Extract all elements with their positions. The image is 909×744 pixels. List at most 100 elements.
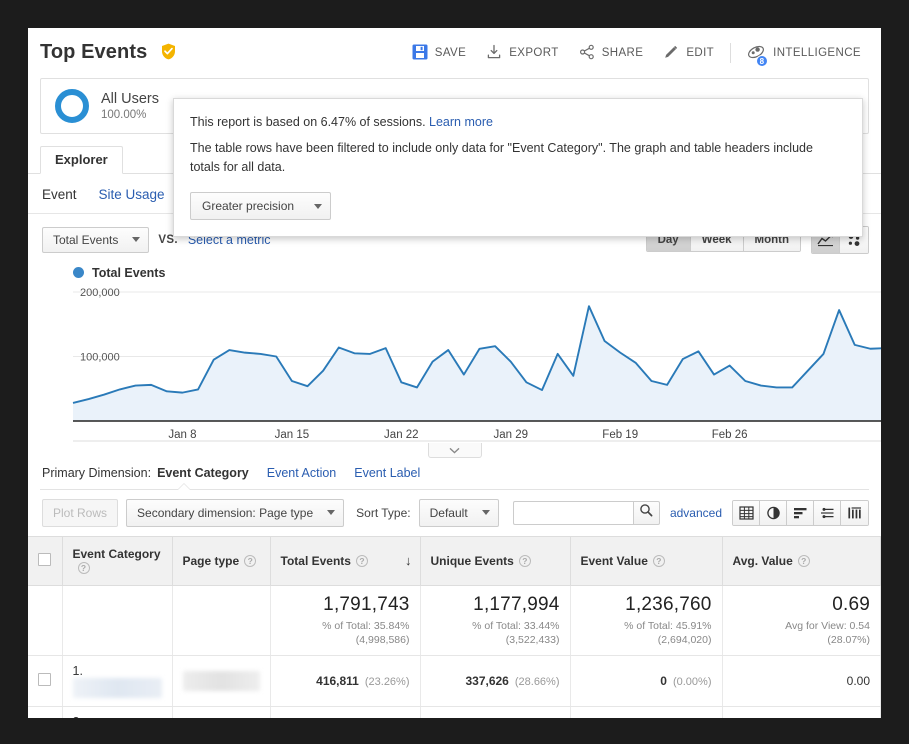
save-icon xyxy=(412,44,428,63)
column-header-avg-value[interactable]: Avg. Value? xyxy=(722,535,881,586)
row-unique-events: 116,420(9.88%) xyxy=(420,706,571,718)
table-view-icon[interactable] xyxy=(733,500,760,525)
table-row[interactable]: 1. 416,811 (23.26%) 337,626 (28.66%) 0 (0.0… xyxy=(28,655,881,707)
x-axis-tick-label: Jan 22 xyxy=(384,429,419,441)
help-icon[interactable]: ? xyxy=(244,554,257,567)
summary-avg-value-avg: Avg for View: 0.54 xyxy=(785,619,870,632)
sampling-info-popover: This report is based on 6.47% of session… xyxy=(173,98,863,238)
share-icon xyxy=(579,44,595,63)
table-header-row: Event Category? Page type? Total Events?… xyxy=(28,535,881,586)
page-title: Top Events xyxy=(40,41,176,66)
subnav-item-event[interactable]: Event xyxy=(42,187,77,202)
export-label: EXPORT xyxy=(509,47,559,59)
x-axis-tick-label: Feb 26 xyxy=(712,429,748,441)
page-title-text: Top Events xyxy=(40,40,148,63)
row-unique-events: 337,626 (28.66%) xyxy=(420,655,571,707)
y-axis-tick-label: 100,000 xyxy=(80,351,120,363)
help-icon[interactable]: ? xyxy=(652,554,665,567)
intelligence-button[interactable]: 8 INTELLIGENCE xyxy=(737,37,871,70)
chevron-down-icon xyxy=(481,510,490,515)
help-icon[interactable]: ? xyxy=(77,561,90,574)
column-label-event-category: Event Category xyxy=(72,546,161,561)
subnav-item-site-usage[interactable]: Site Usage xyxy=(99,187,165,202)
chart-collapse-toggle[interactable] xyxy=(427,442,482,458)
column-label-unique-events: Unique Events xyxy=(430,553,514,568)
comparison-view-icon[interactable] xyxy=(814,500,841,525)
column-header-page-type[interactable]: Page type? xyxy=(172,535,271,586)
row-event-value: 0 (0.00%) xyxy=(570,655,723,707)
learn-more-link[interactable]: Learn more xyxy=(429,115,493,129)
help-icon[interactable]: ? xyxy=(355,554,368,567)
primary-dimension-event-label[interactable]: Event Label xyxy=(354,466,420,480)
summary-total-events-value: 1,791,743 xyxy=(323,593,410,615)
primary-dimension-current[interactable]: Event Category xyxy=(157,466,249,480)
chart-canvas: 100,000 200,000 Jan 8 Jan 15 Jan 22 Jan 29 Feb… xyxy=(72,287,881,441)
secondary-dimension-select[interactable]: Secondary dimension: Page type xyxy=(126,498,345,527)
column-header-total-events[interactable]: Total Events? ↓ xyxy=(270,535,421,586)
row-total-events-pct: (23.26%) xyxy=(364,675,410,688)
segment-percent: 100.00% xyxy=(101,108,147,121)
column-header-event-value[interactable]: Event Value? xyxy=(570,535,723,586)
primary-dimension-event-action[interactable]: Event Action xyxy=(267,466,337,480)
performance-view-icon[interactable] xyxy=(787,500,814,525)
summary-unique-events-abs: (3,522,433) xyxy=(505,633,560,646)
pivot-view-icon[interactable] xyxy=(841,500,868,525)
row-event-value-pct: (0.00%) xyxy=(672,675,712,688)
advanced-filter-link[interactable]: advanced xyxy=(670,506,722,520)
row-checkbox-cell xyxy=(28,706,63,718)
column-header-event-category[interactable]: Event Category? xyxy=(62,535,173,586)
help-icon[interactable]: ? xyxy=(518,554,531,567)
export-button[interactable]: EXPORT xyxy=(476,38,568,69)
row-avg-value: 0.00 xyxy=(722,655,881,707)
summary-event-value: 1,236,760 % of Total: 45.91% (2,694,020) xyxy=(570,585,723,656)
search-input[interactable] xyxy=(512,500,633,525)
sort-type-value: Default xyxy=(429,505,468,520)
precision-select-value: Greater precision xyxy=(202,199,295,214)
analytics-report-panel: Top Events SAVE EXPORT SHARE EDIT 8 INTE… xyxy=(28,28,881,718)
events-data-table: Event Category? Page type? Total Events?… xyxy=(28,535,881,718)
popover-line-2: The table rows have been filtered to inc… xyxy=(190,140,813,174)
plot-rows-button[interactable]: Plot Rows xyxy=(42,498,119,527)
chevron-down-icon xyxy=(327,510,336,515)
metric-select[interactable]: Total Events xyxy=(42,226,150,253)
header-divider xyxy=(730,43,732,63)
save-button[interactable]: SAVE xyxy=(402,38,476,69)
save-label: SAVE xyxy=(434,47,467,59)
table-controls-right: advanced xyxy=(512,499,869,526)
row-event-category-cell: 2. xyxy=(62,706,173,718)
table-summary-row: 1,791,743 % of Total: 35.84% (4,998,586) … xyxy=(28,585,881,656)
legend-dot-total-events xyxy=(73,267,84,278)
select-all-checkbox[interactable] xyxy=(38,552,51,566)
row-checkbox[interactable] xyxy=(38,672,51,686)
summary-event-category-cell xyxy=(62,585,173,656)
view-type-group xyxy=(732,499,869,526)
share-button[interactable]: SHARE xyxy=(569,38,654,69)
redacted-page-type xyxy=(182,670,260,691)
pie-view-icon[interactable] xyxy=(760,500,787,525)
intelligence-label: INTELLIGENCE xyxy=(773,47,861,59)
summary-unique-events-value: 1,177,994 xyxy=(473,593,560,615)
precision-select[interactable]: Greater precision xyxy=(190,192,332,221)
search-button[interactable] xyxy=(632,500,660,525)
tab-explorer[interactable]: Explorer xyxy=(40,146,123,174)
arrow-down-icon: ↓ xyxy=(405,552,412,568)
row-total-events-value: 416,811 xyxy=(316,673,359,688)
segment-donut-icon xyxy=(55,89,89,123)
table-row[interactable]: 2. 220,279(12.29%) 116,420(9.88%) 220,27… xyxy=(28,706,881,718)
summary-avg-value: 0.69 Avg for View: 0.54 (28.07%) xyxy=(722,585,881,656)
column-header-unique-events[interactable]: Unique Events? xyxy=(420,535,571,586)
help-icon[interactable]: ? xyxy=(797,554,810,567)
export-download-icon xyxy=(486,44,502,63)
select-all-header xyxy=(28,535,63,586)
x-axis-tick-label: Jan 29 xyxy=(494,429,529,441)
sort-type-label: Sort Type: xyxy=(356,505,411,520)
sort-type-select[interactable]: Default xyxy=(418,498,499,527)
row-index: 2. xyxy=(73,715,83,718)
x-axis-tick-label: Jan 8 xyxy=(168,429,196,441)
intelligence-icon: 8 xyxy=(747,43,769,67)
edit-button[interactable]: EDIT xyxy=(653,38,724,69)
summary-total-events-pct: % of Total: 35.84% xyxy=(322,619,410,632)
row-page-type-cell xyxy=(172,655,271,707)
report-header: Top Events SAVE EXPORT SHARE EDIT 8 INTE… xyxy=(28,28,881,78)
summary-avg-value-value: 0.69 xyxy=(832,593,870,615)
